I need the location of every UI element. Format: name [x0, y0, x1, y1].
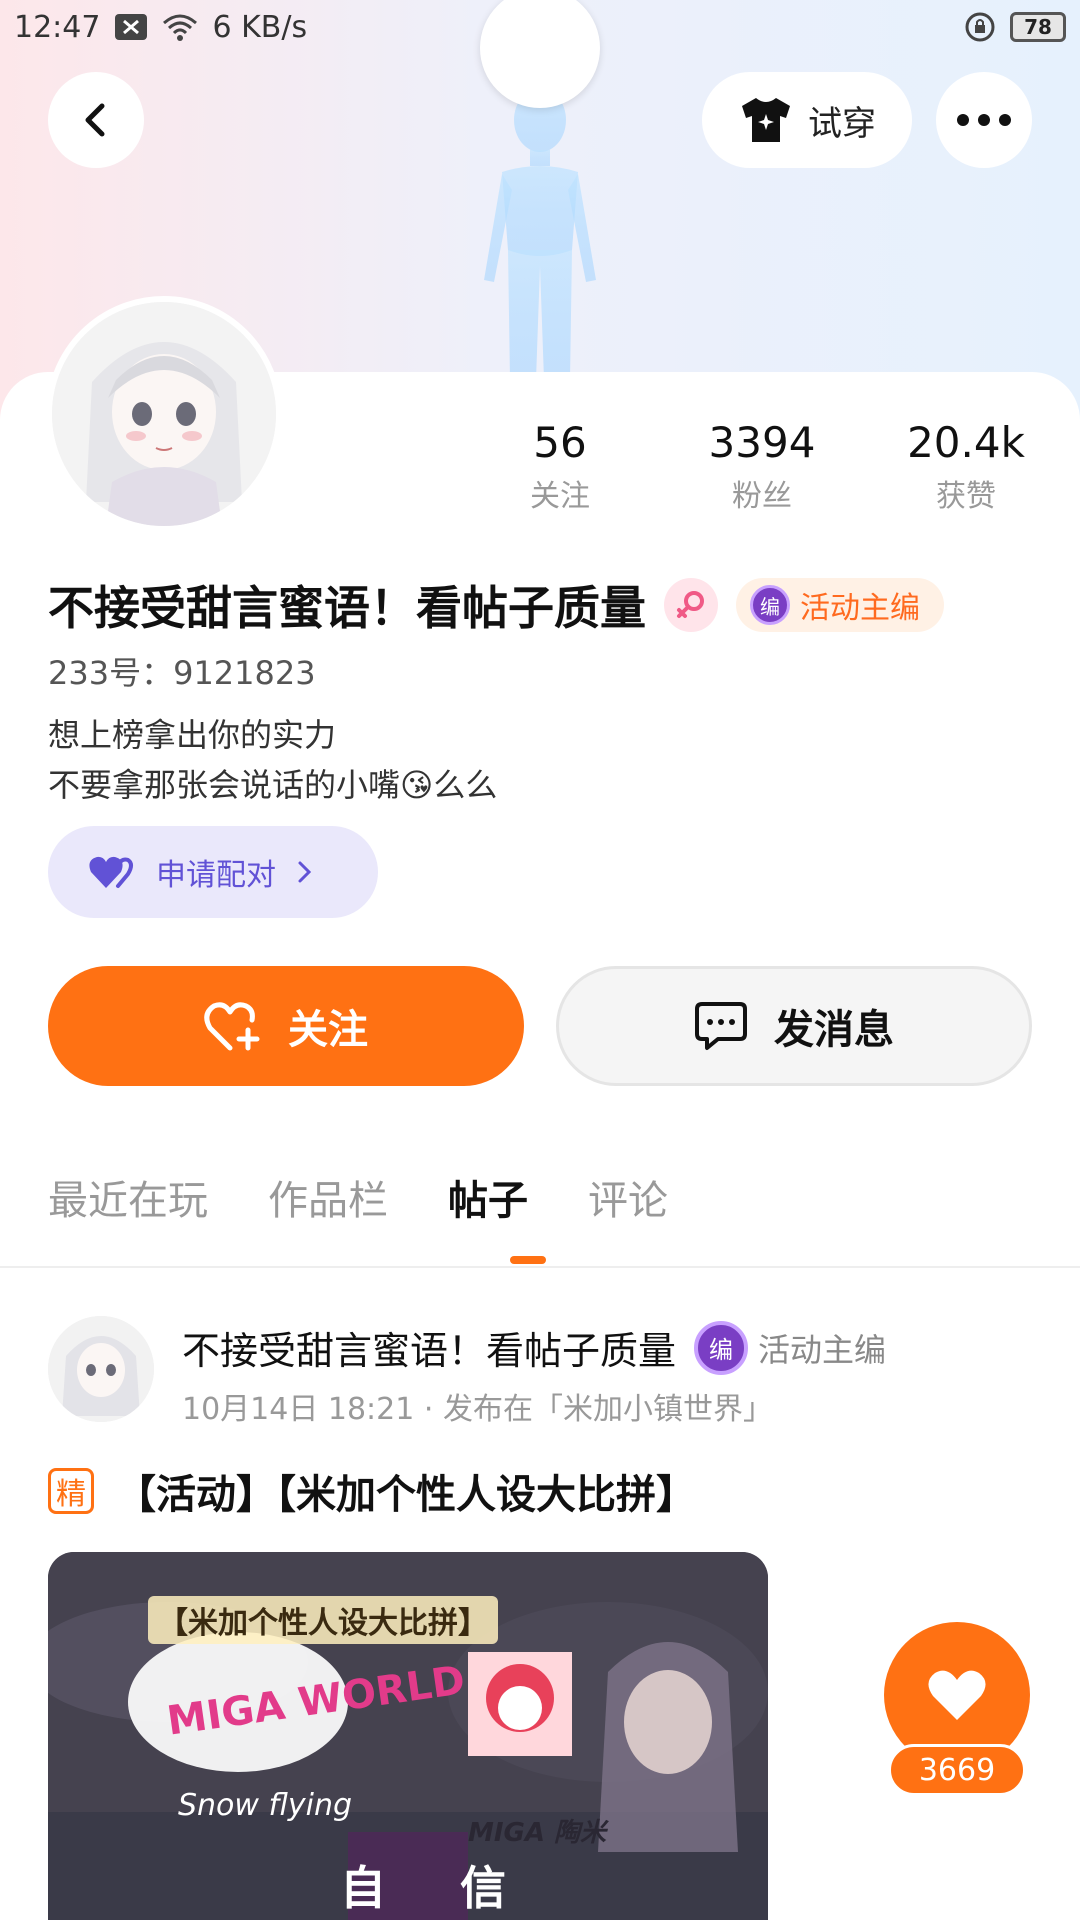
- stat-following-value: 56: [533, 418, 587, 467]
- featured-tag: 精: [48, 1468, 94, 1514]
- try-on-label: 试穿: [808, 103, 876, 144]
- active-tab-indicator: [510, 1256, 546, 1264]
- avatar-illustration: [52, 302, 276, 526]
- post-image[interactable]: 【米加个性人设大比拼】 MIGA WORLD Snow flying MIGA …: [48, 1552, 768, 1920]
- username: 不接受甜言蜜语！看帖子质量: [48, 581, 646, 635]
- user-id: 233号：9121823: [48, 654, 316, 692]
- chevron-left-icon: [85, 103, 105, 137]
- stat-likes-label: 获赞: [936, 479, 996, 514]
- stat-fans-value: 3394: [708, 418, 816, 467]
- tab-works[interactable]: 作品栏: [268, 1168, 388, 1226]
- tab-recently-played[interactable]: 最近在玩: [48, 1168, 208, 1226]
- send-message-label: 发消息: [774, 1007, 894, 1053]
- chevron-right-icon: [298, 861, 312, 883]
- more-button[interactable]: [936, 72, 1032, 168]
- battery-indicator: 78: [1010, 12, 1066, 42]
- double-heart-icon: [89, 856, 133, 888]
- profile-stats: 56 关注 3394 粉丝 20.4k 获赞: [480, 418, 1040, 518]
- send-message-button[interactable]: 发消息: [556, 966, 1032, 1086]
- username-row: 不接受甜言蜜语！看帖子质量 编 活动主编: [48, 572, 944, 638]
- try-on-button[interactable]: 试穿: [702, 72, 912, 168]
- post-role-label: 活动主编: [758, 1330, 887, 1369]
- stat-following[interactable]: 56 关注: [480, 418, 640, 515]
- post-image-sign-right: 信: [460, 1861, 506, 1915]
- apply-pair-label: 申请配对: [156, 858, 276, 893]
- editor-badge-icon: 编: [694, 1320, 749, 1375]
- post-image-sign-left: 自: [340, 1861, 386, 1915]
- tabs-divider: [0, 1266, 1080, 1268]
- heart-plus-icon: [204, 1002, 260, 1051]
- network-speed: 6 KB/s: [212, 9, 308, 45]
- notification-x-icon: [115, 14, 148, 40]
- bio-line-1: 想上榜拿出你的实力: [48, 716, 337, 754]
- tab-posts[interactable]: 帖子: [448, 1168, 528, 1226]
- post-title: 【活动】【米加个性人设大比拼】: [116, 1472, 696, 1518]
- status-time: 12:47: [14, 9, 101, 45]
- heart-icon: [928, 1670, 986, 1720]
- stat-fans[interactable]: 3394 粉丝: [682, 418, 842, 515]
- wifi-icon: [163, 14, 198, 41]
- bio: 想上榜拿出你的实力 不要拿那张会说话的小嘴😘么么: [48, 710, 497, 810]
- chat-bubble-icon: [695, 1002, 747, 1050]
- bio-line-2: 不要拿那张会说话的小嘴😘么么: [48, 766, 498, 804]
- female-gender-icon: [664, 578, 718, 632]
- role-badge[interactable]: 编 活动主编: [736, 578, 944, 632]
- back-button[interactable]: [48, 72, 144, 168]
- role-badge-label: 活动主编: [800, 591, 920, 626]
- rotation-lock-icon: [965, 12, 995, 42]
- post-author-row: 不接受甜言蜜语！看帖子质量 编 活动主编: [182, 1320, 886, 1375]
- stat-following-label: 关注: [530, 479, 590, 514]
- post-avatar-illustration: [48, 1316, 154, 1422]
- avatar[interactable]: [46, 296, 282, 532]
- post-role-badge: 编 活动主编: [694, 1320, 887, 1375]
- like-count: 3669: [888, 1744, 1026, 1796]
- post-author-avatar[interactable]: [48, 1316, 154, 1422]
- post-image-signature: Snow flying: [178, 1788, 353, 1823]
- follow-label: 关注: [288, 1007, 368, 1053]
- stat-fans-label: 粉丝: [732, 479, 792, 514]
- apply-pair-button[interactable]: 申请配对: [48, 826, 378, 918]
- profile-tabs: 最近在玩 作品栏 帖子 评论: [48, 1168, 668, 1226]
- post-image-watermark: MIGA 陶米: [468, 1818, 607, 1848]
- post-image-banner-text: 【米加个性人设大比拼】: [148, 1596, 498, 1644]
- status-bar: 12:47 6 KB/s 78: [0, 0, 1080, 54]
- follow-button[interactable]: 关注: [48, 966, 524, 1086]
- post-author-name[interactable]: 不接受甜言蜜语！看帖子质量: [182, 1320, 676, 1375]
- avatar-3d-figure: [484, 88, 596, 380]
- stat-likes-value: 20.4k: [907, 418, 1025, 467]
- post-meta: 10月14日 18:21 · 发布在「米加小镇世界」: [182, 1392, 773, 1427]
- post-title-row[interactable]: 精 【活动】【米加个性人设大比拼】: [48, 1462, 696, 1520]
- editor-badge-icon: 编: [750, 585, 790, 625]
- stat-likes[interactable]: 20.4k 获赞: [886, 418, 1046, 515]
- tshirt-icon: [742, 98, 790, 142]
- more-dots-icon: [957, 114, 1011, 126]
- tab-comments[interactable]: 评论: [588, 1168, 668, 1226]
